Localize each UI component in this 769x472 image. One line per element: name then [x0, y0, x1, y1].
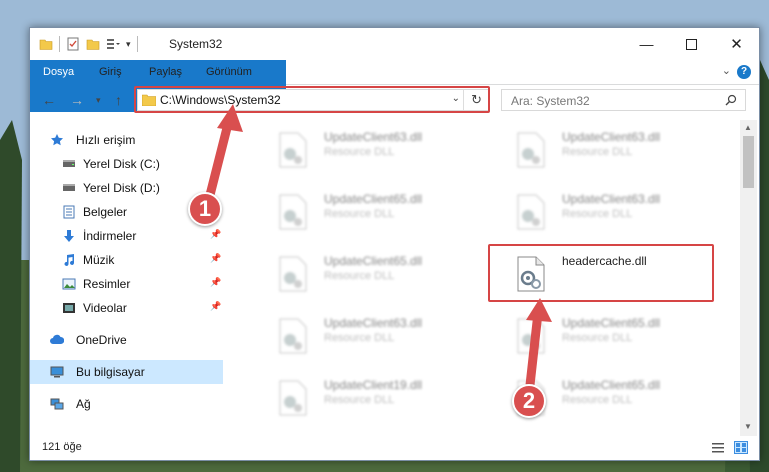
minimize-icon: — — [639, 36, 654, 52]
search-input[interactable]: Ara: System32 — [501, 89, 746, 111]
title-bar: ▾ System32 — ✕ — [30, 28, 759, 60]
vertical-scrollbar[interactable]: ▲ ▼ — [740, 120, 757, 436]
list-item[interactable]: UpdateClient63.dll Resource DLL — [490, 124, 720, 176]
forward-arrow-icon[interactable]: → — [70, 92, 84, 108]
navigation-bar: ← → ▾ ↑ C:\Windows\System32 ⌄ ↻ Ara: Sys… — [30, 85, 759, 117]
up-arrow-icon[interactable]: ↑ — [115, 92, 122, 108]
customize-toolbar-icon[interactable] — [106, 37, 120, 51]
tab-share[interactable]: Paylaş — [137, 60, 194, 84]
nav-item-videos[interactable]: Videolar 📌 — [30, 296, 223, 320]
music-icon — [64, 254, 74, 266]
explorer-window: ▾ System32 — ✕ Dosya Giriş Paylaş Görünü… — [29, 27, 760, 461]
nav-item-onedrive[interactable]: OneDrive — [30, 328, 223, 352]
tiles-view-icon[interactable] — [734, 441, 748, 454]
details-view-icon[interactable] — [711, 441, 725, 454]
pin-icon[interactable]: 📌 — [210, 229, 221, 240]
drive-icon — [63, 160, 75, 167]
computer-icon — [50, 366, 64, 378]
help-icon[interactable]: ? — [737, 65, 751, 79]
item-count: 121 öğe — [42, 441, 82, 453]
close-button[interactable]: ✕ — [714, 28, 759, 60]
quick-access-toolbar: ▾ — [39, 36, 138, 52]
back-arrow-icon[interactable]: ← — [42, 92, 56, 108]
address-highlight-box — [134, 86, 490, 113]
list-item[interactable]: UpdateClient63.dll Resource DLL — [490, 186, 720, 238]
dll-file-icon — [517, 132, 545, 168]
chevron-down-icon[interactable]: ⌄ — [722, 64, 731, 77]
scrollbar-thumb[interactable] — [743, 136, 754, 188]
list-item[interactable]: UpdateClient65.dll Resource DLL — [252, 186, 482, 238]
dll-file-icon — [279, 318, 307, 354]
search-icon[interactable] — [725, 94, 737, 106]
nav-item-local-disk-c[interactable]: Yerel Disk (C:) — [30, 152, 223, 176]
dll-file-icon — [517, 318, 545, 354]
file-list: UpdateClient63.dll Resource DLL UpdateCl… — [226, 120, 740, 436]
toolbar-separator — [59, 36, 60, 52]
recent-locations-chevron-icon[interactable]: ▾ — [96, 95, 101, 106]
pin-icon[interactable]: 📌 — [210, 301, 221, 312]
star-icon — [51, 134, 63, 146]
nav-item-this-pc[interactable]: Bu bilgisayar — [30, 360, 223, 384]
list-item[interactable]: UpdateClient63.dll Resource DLL — [252, 310, 482, 362]
tab-home[interactable]: Giriş — [87, 60, 134, 84]
chevron-down-icon[interactable]: ▾ — [126, 39, 131, 50]
list-item[interactable]: UpdateClient65.dll Resource DLL — [252, 248, 482, 300]
cloud-icon — [50, 334, 64, 344]
maximize-button[interactable] — [669, 28, 714, 60]
scroll-up-icon[interactable]: ▲ — [744, 123, 752, 132]
dll-file-icon — [279, 132, 307, 168]
navigation-pane: Hızlı erişim Yerel Disk (C:) Yerel Disk … — [30, 120, 226, 436]
scroll-down-icon[interactable]: ▼ — [744, 422, 752, 431]
pin-icon[interactable]: 📌 — [210, 277, 221, 288]
network-icon — [50, 398, 64, 410]
pin-icon[interactable]: 📌 — [210, 253, 221, 264]
step-badge-1: 1 — [188, 192, 222, 226]
video-icon — [63, 303, 75, 313]
dll-file-icon — [517, 194, 545, 230]
minimize-button[interactable]: — — [624, 28, 669, 60]
file-highlight-box — [488, 244, 714, 302]
nav-item-downloads[interactable]: İndirmeler 📌 — [30, 224, 223, 248]
properties-icon[interactable] — [66, 37, 80, 51]
drive-icon — [63, 184, 75, 191]
step-badge-2: 2 — [512, 384, 546, 418]
nav-item-music[interactable]: Müzik 📌 — [30, 248, 223, 272]
close-icon: ✕ — [730, 36, 743, 53]
search-placeholder: Ara: System32 — [511, 94, 590, 108]
list-item[interactable]: UpdateClient19.dll Resource DLL — [252, 372, 482, 424]
document-icon — [63, 205, 75, 219]
maximize-icon — [686, 38, 697, 50]
dll-file-icon — [279, 380, 307, 416]
list-item[interactable]: UpdateClient65.dll Resource DLL — [490, 310, 720, 362]
pictures-icon — [62, 278, 76, 290]
nav-item-pictures[interactable]: Resimler 📌 — [30, 272, 223, 296]
status-bar: 121 öğe — [30, 436, 759, 460]
ribbon-tabs: Dosya Giriş Paylaş Görünüm ⌄ ? — [30, 60, 759, 112]
list-item[interactable]: UpdateClient63.dll Resource DLL — [252, 124, 482, 176]
folder-icon — [39, 39, 53, 50]
download-icon — [64, 230, 74, 242]
toolbar-separator — [136, 36, 138, 52]
window-title: System32 — [169, 37, 223, 51]
tab-view[interactable]: Görünüm — [194, 60, 264, 84]
new-folder-icon[interactable] — [86, 37, 100, 51]
nav-item-network[interactable]: Ağ — [30, 392, 223, 416]
nav-item-quick-access[interactable]: Hızlı erişim — [30, 128, 223, 152]
dll-file-icon — [279, 194, 307, 230]
dll-file-icon — [279, 256, 307, 292]
